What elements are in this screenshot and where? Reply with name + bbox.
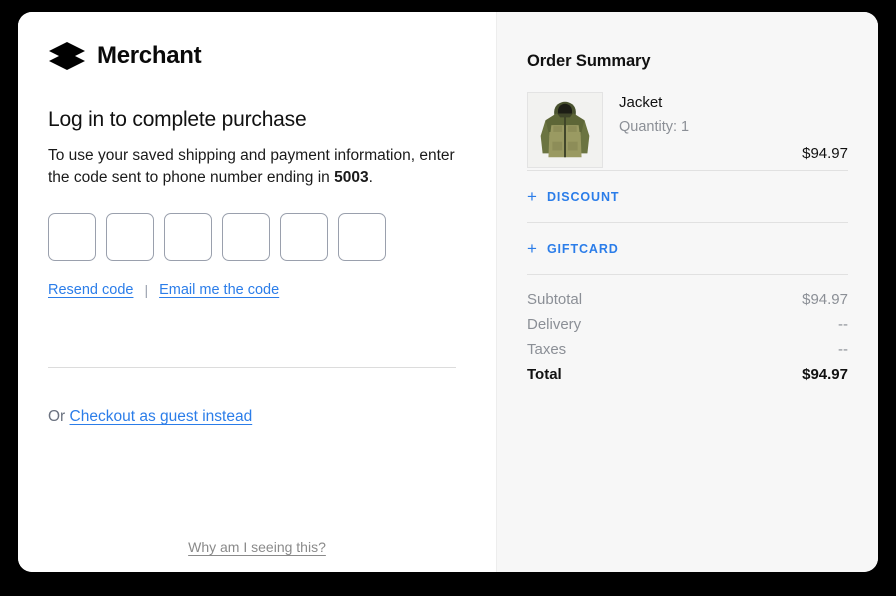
total-line-taxes: Taxes -- (527, 341, 848, 358)
add-giftcard-label: GIFTCARD (546, 241, 619, 256)
checkout-card: Merchant Log in to complete purchase To … (18, 12, 878, 572)
otp-digit-6[interactable] (338, 212, 386, 261)
otp-digit-2[interactable] (106, 212, 154, 261)
add-giftcard-row[interactable]: + GIFTCARD (527, 222, 848, 274)
taxes-label: Taxes (527, 341, 567, 358)
grand-total-label: Total (527, 366, 562, 383)
jacket-thumbnail (527, 92, 603, 168)
login-instructions: To use your saved shipping and payment i… (48, 145, 460, 190)
product-quantity: Quantity: 1 (619, 119, 690, 135)
email-code-link[interactable]: Email me the code (159, 282, 279, 298)
guest-checkout-row: Or Checkout as guest instead (48, 408, 252, 426)
phone-last4: 5003 (334, 169, 369, 187)
section-divider (48, 367, 456, 368)
otp-digit-4[interactable] (222, 212, 270, 261)
totals-block: Subtotal $94.97 Delivery -- Taxes -- Tot… (527, 274, 848, 383)
order-line-item-main: Jacket Quantity: 1 (527, 92, 848, 168)
subtotal-value: $94.97 (802, 291, 848, 308)
guest-checkout-link[interactable]: Checkout as guest instead (70, 408, 253, 425)
taxes-value: -- (838, 341, 848, 358)
login-instructions-prefix: To use your saved shipping and payment i… (48, 147, 455, 187)
otp-digit-3[interactable] (164, 212, 212, 261)
add-discount-label: DISCOUNT (546, 189, 620, 204)
delivery-label: Delivery (527, 316, 582, 333)
otp-digit-1[interactable] (48, 212, 96, 261)
order-line-item: Jacket Quantity: 1 $94.97 (527, 92, 848, 170)
login-panel: Merchant Log in to complete purchase To … (18, 12, 496, 572)
product-price: $94.97 (802, 145, 848, 162)
order-summary-title: Order Summary (527, 52, 651, 70)
otp-input-group[interactable] (48, 212, 466, 261)
add-discount-row[interactable]: + DISCOUNT (527, 170, 848, 222)
delivery-value: -- (838, 316, 848, 333)
why-seeing-this-link[interactable]: Why am I seeing this? (18, 539, 496, 555)
link-separator: | (144, 281, 149, 298)
grand-total-value: $94.97 (802, 366, 848, 383)
product-name: Jacket (619, 94, 663, 111)
brand-name: Merchant (97, 42, 202, 69)
otp-digit-5[interactable] (280, 212, 328, 261)
resend-code-link[interactable]: Resend code (48, 282, 133, 298)
order-summary-panel: Order Summary Jacket Quantity: 1 $94.97 … (496, 12, 878, 572)
page-title: Log in to complete purchase (48, 108, 307, 131)
login-instructions-suffix: . (368, 169, 373, 187)
layers-icon (48, 40, 86, 72)
code-actions: Resend code | Email me the code (48, 282, 466, 298)
subtotal-label: Subtotal (527, 291, 583, 308)
order-line-item-text: Jacket Quantity: 1 (619, 92, 689, 168)
total-line-delivery: Delivery -- (527, 316, 848, 333)
brand-header: Merchant (48, 12, 466, 72)
total-line-grand: Total $94.97 (527, 366, 848, 383)
total-line-subtotal: Subtotal $94.97 (527, 291, 848, 308)
or-label: Or (48, 408, 66, 425)
plus-icon: + (527, 239, 537, 258)
plus-icon: + (527, 187, 537, 206)
screenshot-root: Merchant Log in to complete purchase To … (0, 0, 896, 596)
